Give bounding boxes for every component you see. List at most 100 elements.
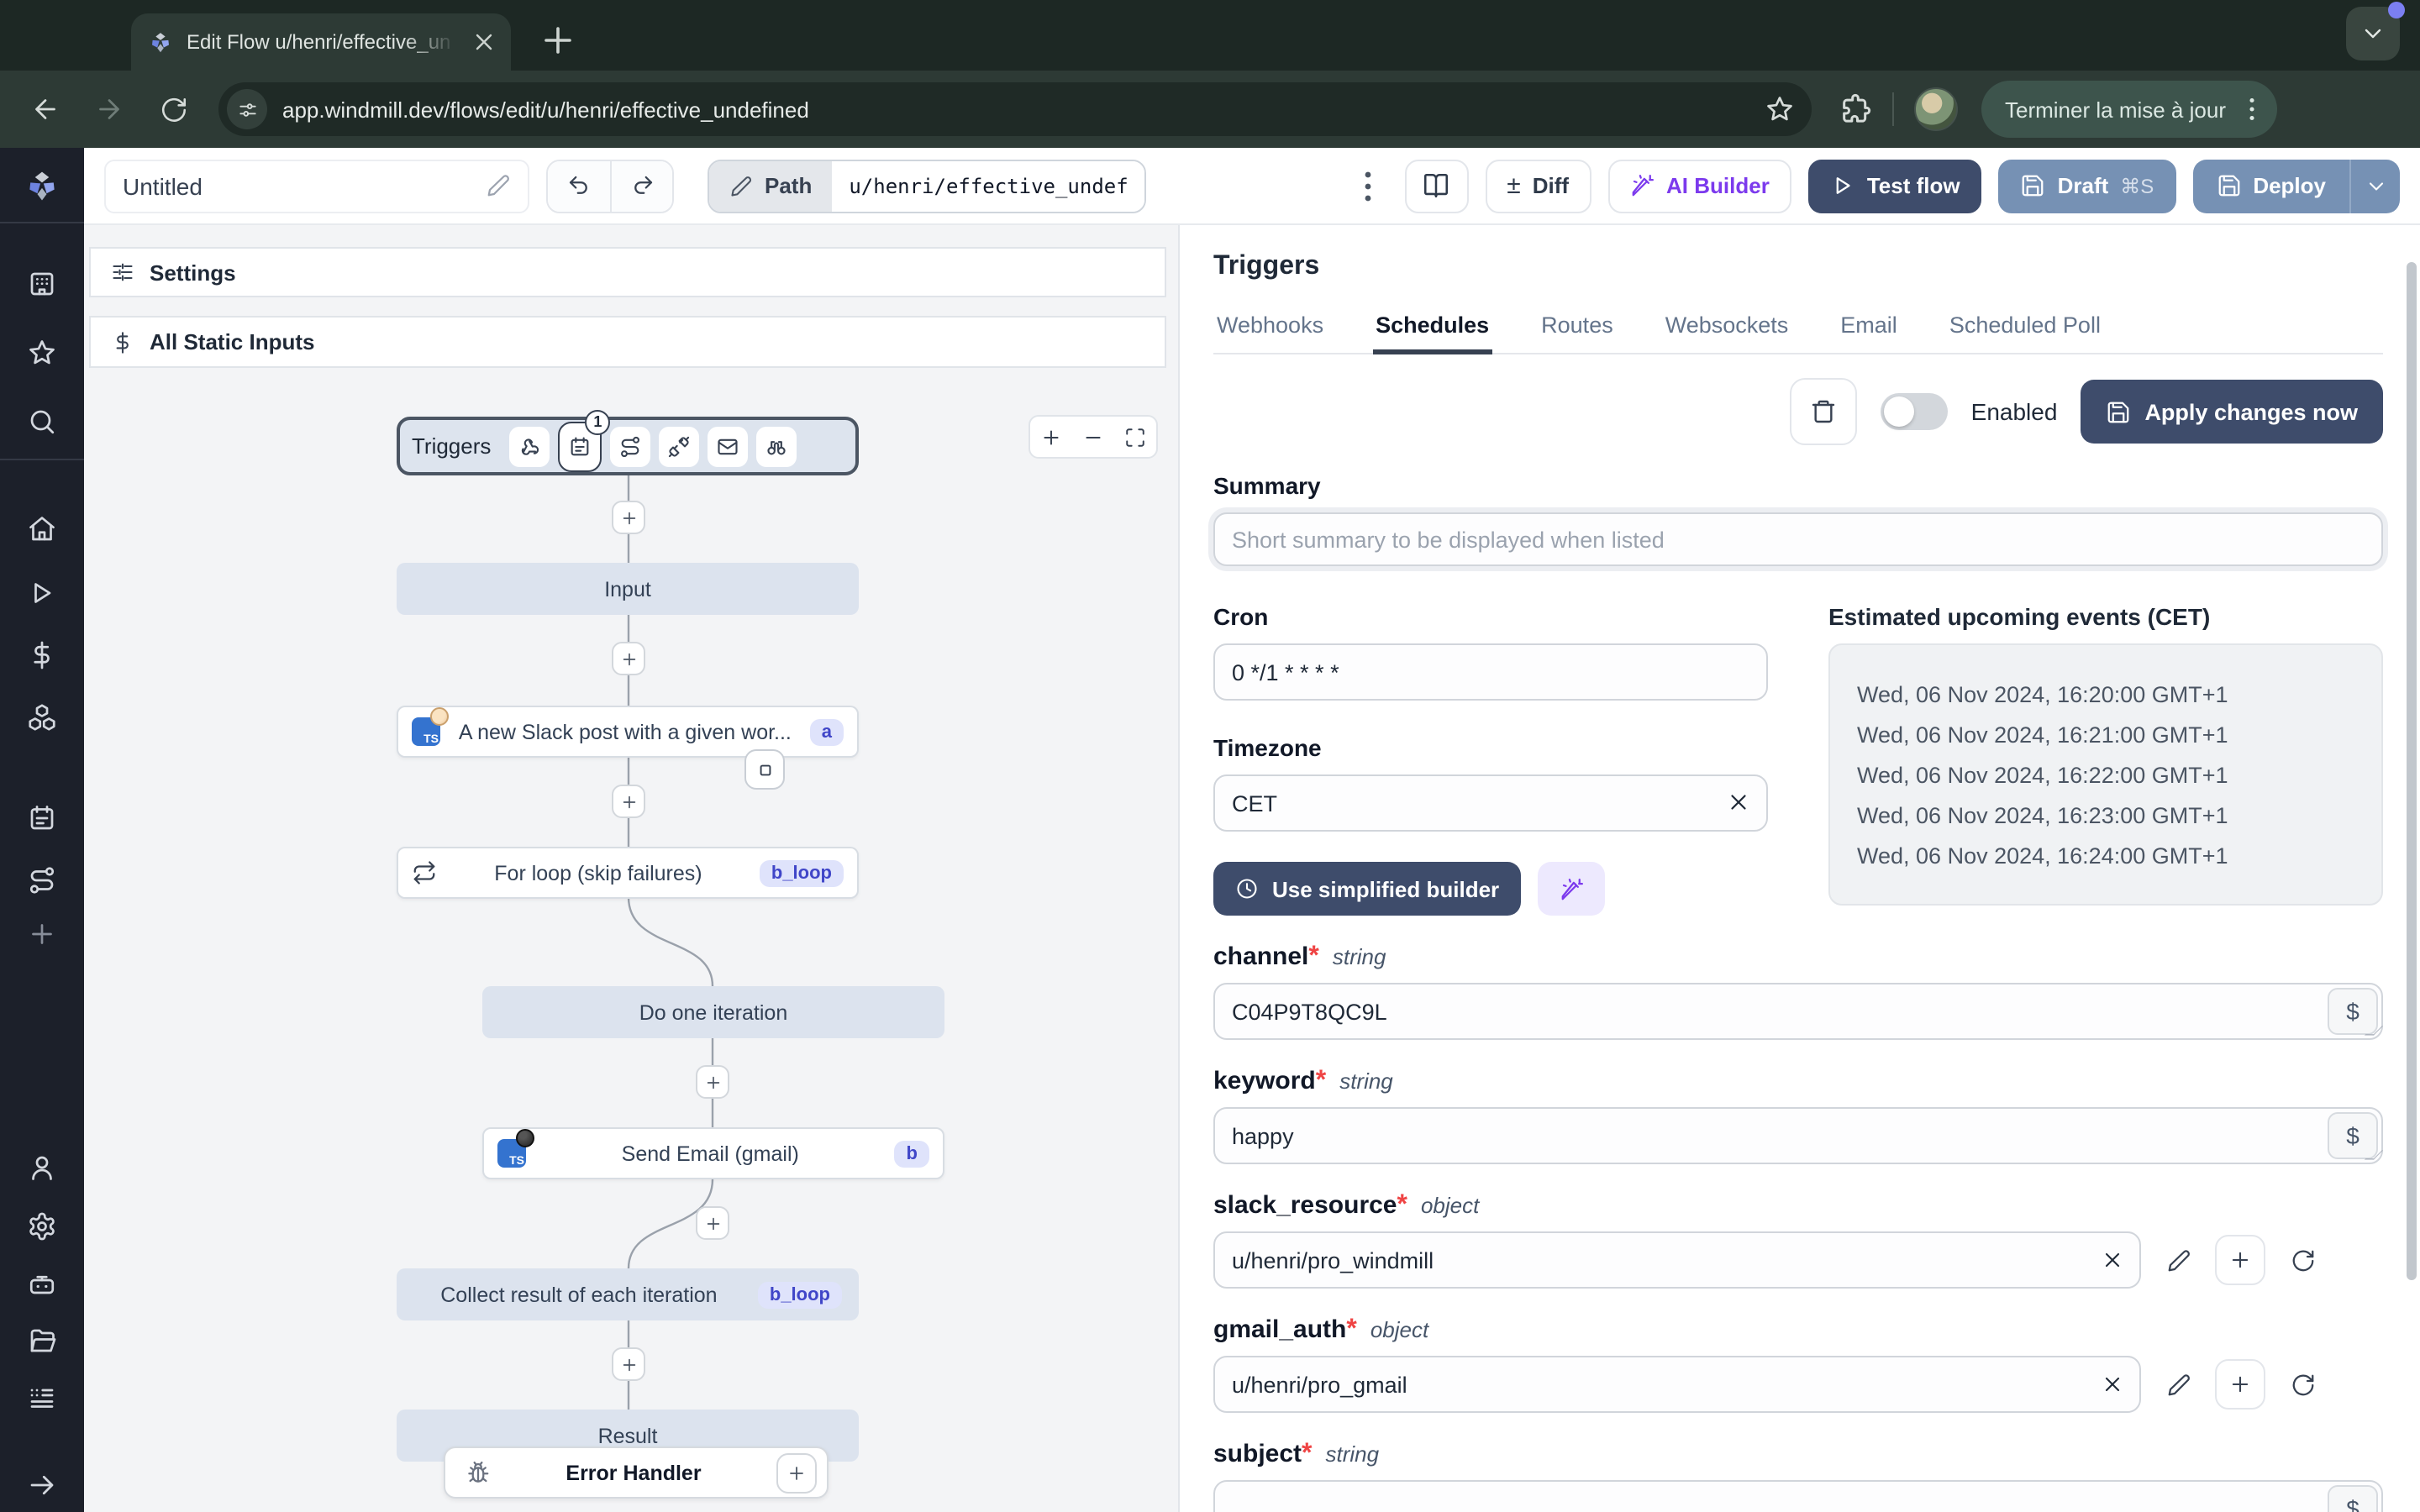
trigger-websocket-button[interactable] [659,426,700,466]
insert-step-button[interactable] [612,785,645,818]
undo-button[interactable] [548,160,610,211]
sidebar-item-workers[interactable] [27,1270,57,1300]
zoom-in-button[interactable] [1030,415,1072,459]
all-static-inputs-bar[interactable]: All Static Inputs [89,316,1166,368]
node-input[interactable]: Input [397,563,859,615]
browser-tab[interactable]: Edit Flow u/henri/effective_un [131,13,511,71]
insert-step-button[interactable] [612,1347,645,1381]
simplified-builder-button[interactable]: Use simplified builder [1213,862,1522,916]
delete-schedule-button[interactable] [1789,378,1857,445]
tab-scheduled-poll[interactable]: Scheduled Poll [1946,312,2104,353]
slack-resource-input[interactable] [1213,1231,2141,1289]
clear-resource-icon[interactable] [2101,1373,2124,1396]
node-error-handler[interactable]: Error Handler [444,1446,829,1499]
address-bar[interactable]: app.windmill.dev/flows/edit/u/henri/effe… [218,82,1812,136]
tab-routes[interactable]: Routes [1538,312,1617,353]
extensions-icon[interactable] [1839,92,1872,126]
bookmark-star-icon[interactable] [1765,94,1795,124]
sidebar-item-resources[interactable] [27,702,57,732]
add-error-handler-button[interactable] [776,1452,817,1493]
fit-view-button[interactable] [1114,415,1156,459]
diff-button[interactable]: ± Diff [1485,159,1591,213]
update-chrome-button[interactable]: Terminer la mise à jour [1981,81,2276,138]
channel-input[interactable] [1213,983,2383,1040]
sidebar-item-workspace[interactable] [27,269,57,299]
triggers-node[interactable]: Triggers 1 [397,409,859,475]
sidebar-item-variables[interactable] [27,640,57,670]
sidebar-item-folders[interactable] [27,1326,57,1356]
sidebar-item-search[interactable] [27,407,57,437]
subject-input[interactable] [1213,1480,2383,1512]
sidebar-item-routes[interactable] [27,865,57,895]
docs-button[interactable] [1404,159,1469,213]
ai-cron-button[interactable] [1538,862,1606,916]
tab-webhooks[interactable]: Webhooks [1213,312,1327,353]
trigger-route-button[interactable] [610,426,651,466]
trigger-poll-button[interactable] [756,426,797,466]
draft-button[interactable]: Draft ⌘S [1998,159,2176,213]
panel-scrollbar[interactable] [2407,262,2417,1280]
site-info-button[interactable] [227,89,267,129]
zoom-out-button[interactable] [1072,415,1114,459]
insert-step-button[interactable] [696,1206,729,1240]
refresh-resource-button[interactable] [2282,1240,2323,1280]
sidebar-item-favorites[interactable] [27,338,57,368]
sidebar-item-runs[interactable] [27,578,57,608]
sidebar-item-apps[interactable] [27,1383,57,1413]
more-options-icon[interactable] [1347,165,1387,206]
sidebar-item-create[interactable] [27,919,57,949]
node-action-button[interactable] [744,749,785,790]
node-collect-result[interactable]: Collect result of each iteration b_loop [397,1268,859,1320]
browser-menu-icon[interactable] [2236,94,2266,124]
reload-button[interactable] [145,81,202,138]
node-forloop[interactable]: For loop (skip failures) b_loop [397,847,859,899]
path-group[interactable]: Path u/henri/effective_undef [708,159,1147,213]
insert-variable-button[interactable]: $ [2328,1485,2378,1512]
path-value[interactable]: u/henri/effective_undef [832,160,1145,211]
settings-bar[interactable]: Settings [89,247,1166,297]
trigger-webhook-button[interactable] [509,426,550,466]
deploy-dropdown-button[interactable] [2349,159,2400,213]
apply-changes-button[interactable]: Apply changes now [2081,380,2383,444]
flow-name-field[interactable]: Untitled [104,159,529,213]
tab-websockets[interactable]: Websockets [1662,312,1792,353]
keyword-input[interactable] [1213,1107,2383,1164]
insert-step-button[interactable] [612,501,645,534]
summary-input[interactable] [1213,512,2383,566]
node-slack-step[interactable]: TS A new Slack post with a given wor... … [397,706,859,758]
add-resource-button[interactable] [2215,1235,2265,1285]
timezone-input[interactable] [1213,774,1768,832]
clear-timezone-icon[interactable] [1726,790,1751,815]
trigger-email-button[interactable] [708,426,749,466]
deploy-button[interactable]: Deploy [2192,159,2349,213]
trigger-schedule-button[interactable]: 1 [558,409,611,471]
gmail-auth-input[interactable] [1213,1356,2141,1413]
windmill-logo[interactable] [24,168,60,205]
edit-resource-button[interactable] [2158,1364,2198,1404]
edit-resource-button[interactable] [2158,1240,2198,1280]
enabled-toggle[interactable] [1880,393,1948,430]
forward-button[interactable] [81,81,138,138]
sidebar-item-user[interactable] [27,1152,57,1183]
sidebar-item-settings[interactable] [27,1211,57,1242]
back-button[interactable] [17,81,74,138]
new-tab-button[interactable] [538,20,578,60]
tab-search-button[interactable] [2346,2,2405,60]
add-resource-button[interactable] [2215,1359,2265,1410]
clear-resource-icon[interactable] [2101,1248,2124,1272]
redo-button[interactable] [610,160,672,211]
insert-step-button[interactable] [696,1065,729,1099]
tab-email[interactable]: Email [1837,312,1901,353]
node-do-one-iteration[interactable]: Do one iteration [482,986,944,1038]
insert-step-button[interactable] [612,642,645,675]
cron-input[interactable] [1213,643,1768,701]
profile-avatar[interactable] [1914,87,1958,131]
tab-close-icon[interactable] [471,29,497,55]
sidebar-item-schedules[interactable] [27,803,57,833]
node-send-email[interactable]: TS Send Email (gmail) b [482,1127,944,1179]
ai-builder-button[interactable]: AI Builder [1607,159,1791,213]
sidebar-item-home[interactable] [27,514,57,544]
test-flow-button[interactable]: Test flow [1807,159,1982,213]
tab-schedules[interactable]: Schedules [1372,312,1492,354]
sidebar-collapse-arrow[interactable] [27,1470,57,1500]
